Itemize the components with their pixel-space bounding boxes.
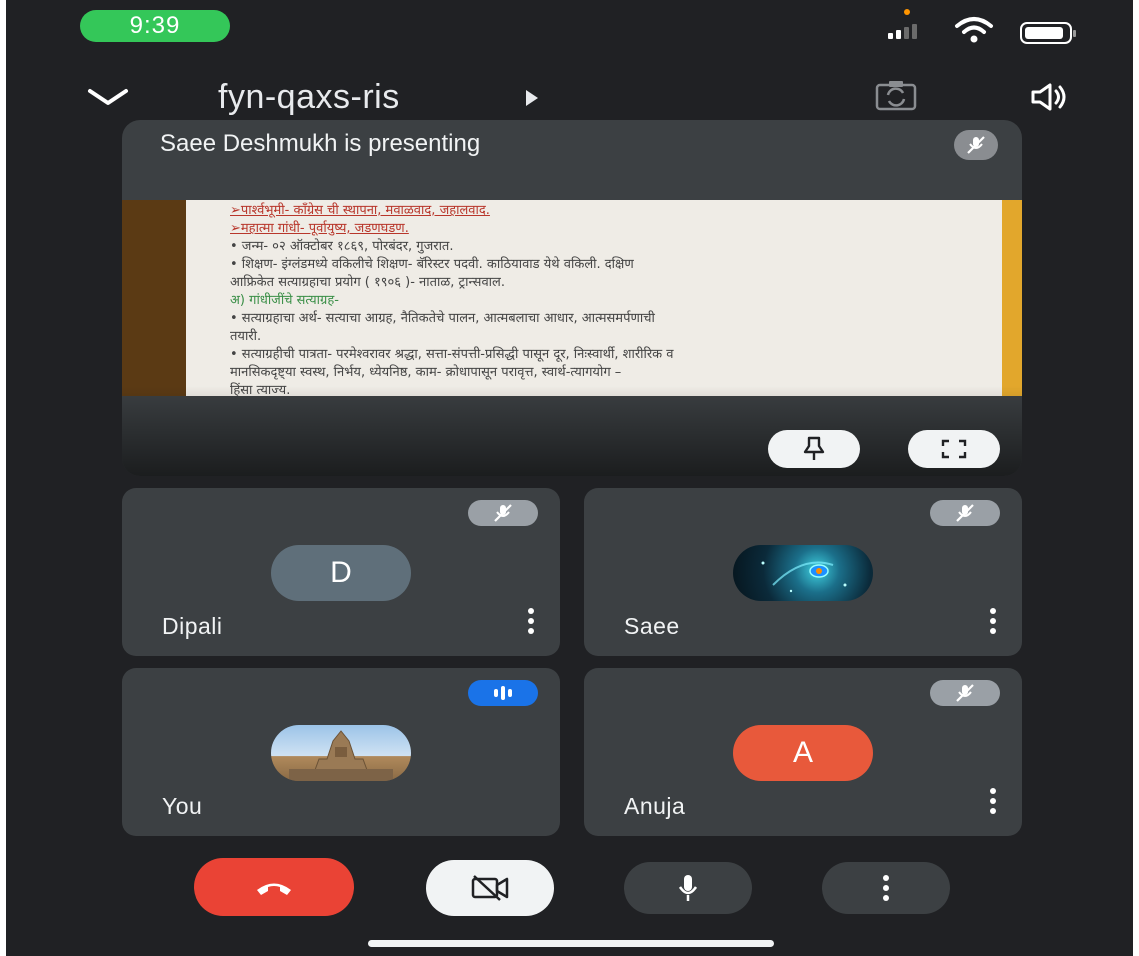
mic-off-icon (954, 130, 998, 160)
participant-name: Saee (624, 613, 680, 639)
more-options-button[interactable] (822, 862, 950, 914)
meet-screen: 9:39 fyn-qaxs-ris Saee Deshmukh is prese… (6, 0, 1133, 956)
mic-off-icon (930, 680, 1000, 706)
camera-off-icon (471, 875, 509, 901)
fullscreen-icon (941, 439, 967, 459)
slide-decor-left (122, 200, 186, 396)
slide-text: ➢पार्श्वभूमी- काँग्रेस ची स्थापना, मवाळव… (230, 202, 1000, 396)
more-vert-icon (883, 875, 889, 901)
speaking-indicator-icon (468, 680, 538, 706)
fullscreen-button[interactable] (908, 430, 1000, 468)
slide-line: तयारी. (230, 329, 262, 344)
pin-icon (803, 436, 825, 460)
mic-off-icon (930, 500, 1000, 526)
participant-tile[interactable]: D Dipali (122, 488, 560, 656)
participant-name: Anuja (624, 793, 686, 819)
cellular-signal-icon (888, 24, 917, 39)
pin-button[interactable] (768, 430, 860, 468)
meeting-info-arrow-icon[interactable] (526, 90, 538, 106)
slide-line: हिंसा त्याज्य. (230, 383, 291, 396)
chevron-down-icon[interactable] (86, 86, 130, 108)
shared-slide: ➢पार्श्वभूमी- काँग्रेस ची स्थापना, मवाळव… (122, 200, 1022, 396)
slide-line: • जन्म- ०२ ऑक्टोबर १८६९, पोरबंदर, गुजरात… (230, 239, 454, 254)
slide-line: आफ्रिकेत सत्याग्रहाचा प्रयोग ( १९०६ )- न… (230, 275, 505, 290)
slide-line: ➢पार्श्वभूमी- काँग्रेस ची स्थापना, मवाळव… (230, 203, 490, 218)
slide-decor-right (1002, 200, 1022, 396)
wifi-icon (955, 17, 993, 43)
slide-line: • शिक्षण- इंग्लंडमध्ये वकिलीचे शिक्षण- ब… (230, 257, 634, 272)
mic-icon (678, 875, 698, 901)
avatar (271, 725, 411, 781)
slide-line: अ) गांधीजींचे सत्याग्रह- (230, 293, 339, 308)
slide-line: मानसिकदृष्ट्या स्वस्थ, निर्भय, ध्येयनिष्… (230, 365, 622, 380)
speaker-icon[interactable] (1030, 82, 1070, 112)
battery-icon (1020, 22, 1076, 44)
camera-flip-icon[interactable] (874, 80, 918, 112)
microphone-button[interactable] (624, 862, 752, 914)
camera-toggle-button[interactable] (426, 860, 554, 916)
participant-tile[interactable]: A Anuja (584, 668, 1022, 836)
more-vert-icon[interactable] (990, 788, 996, 814)
presenting-label: Saee Deshmukh is presenting (160, 130, 481, 157)
home-indicator[interactable] (368, 940, 774, 947)
slide-line: ➢महात्मा गांधी- पूर्वायुष्य, जडणघडण. (230, 221, 409, 236)
participant-name: You (162, 793, 203, 819)
participant-tile[interactable]: Saee (584, 488, 1022, 656)
presentation-tile[interactable]: Saee Deshmukh is presenting ➢पार्श्वभूमी… (122, 120, 1022, 476)
avatar: A (733, 725, 873, 781)
participant-tile[interactable]: You (122, 668, 560, 836)
avatar: D (271, 545, 411, 601)
phone-hangup-icon (257, 883, 291, 895)
meeting-code[interactable]: fyn-qaxs-ris (218, 78, 400, 117)
more-vert-icon[interactable] (990, 608, 996, 634)
mic-in-use-indicator (904, 9, 910, 15)
mic-off-icon (468, 500, 538, 526)
end-call-button[interactable] (194, 858, 354, 916)
slide-line: • सत्याग्रहाचा अर्थ- सत्याचा आग्रह, नैति… (230, 311, 655, 326)
participant-name: Dipali (162, 613, 223, 639)
more-vert-icon[interactable] (528, 608, 534, 634)
slide-line: • सत्याग्रहीची पात्रता- परमेश्वरावर श्रद… (230, 347, 674, 362)
avatar (733, 545, 873, 601)
status-time: 9:39 (80, 10, 230, 42)
